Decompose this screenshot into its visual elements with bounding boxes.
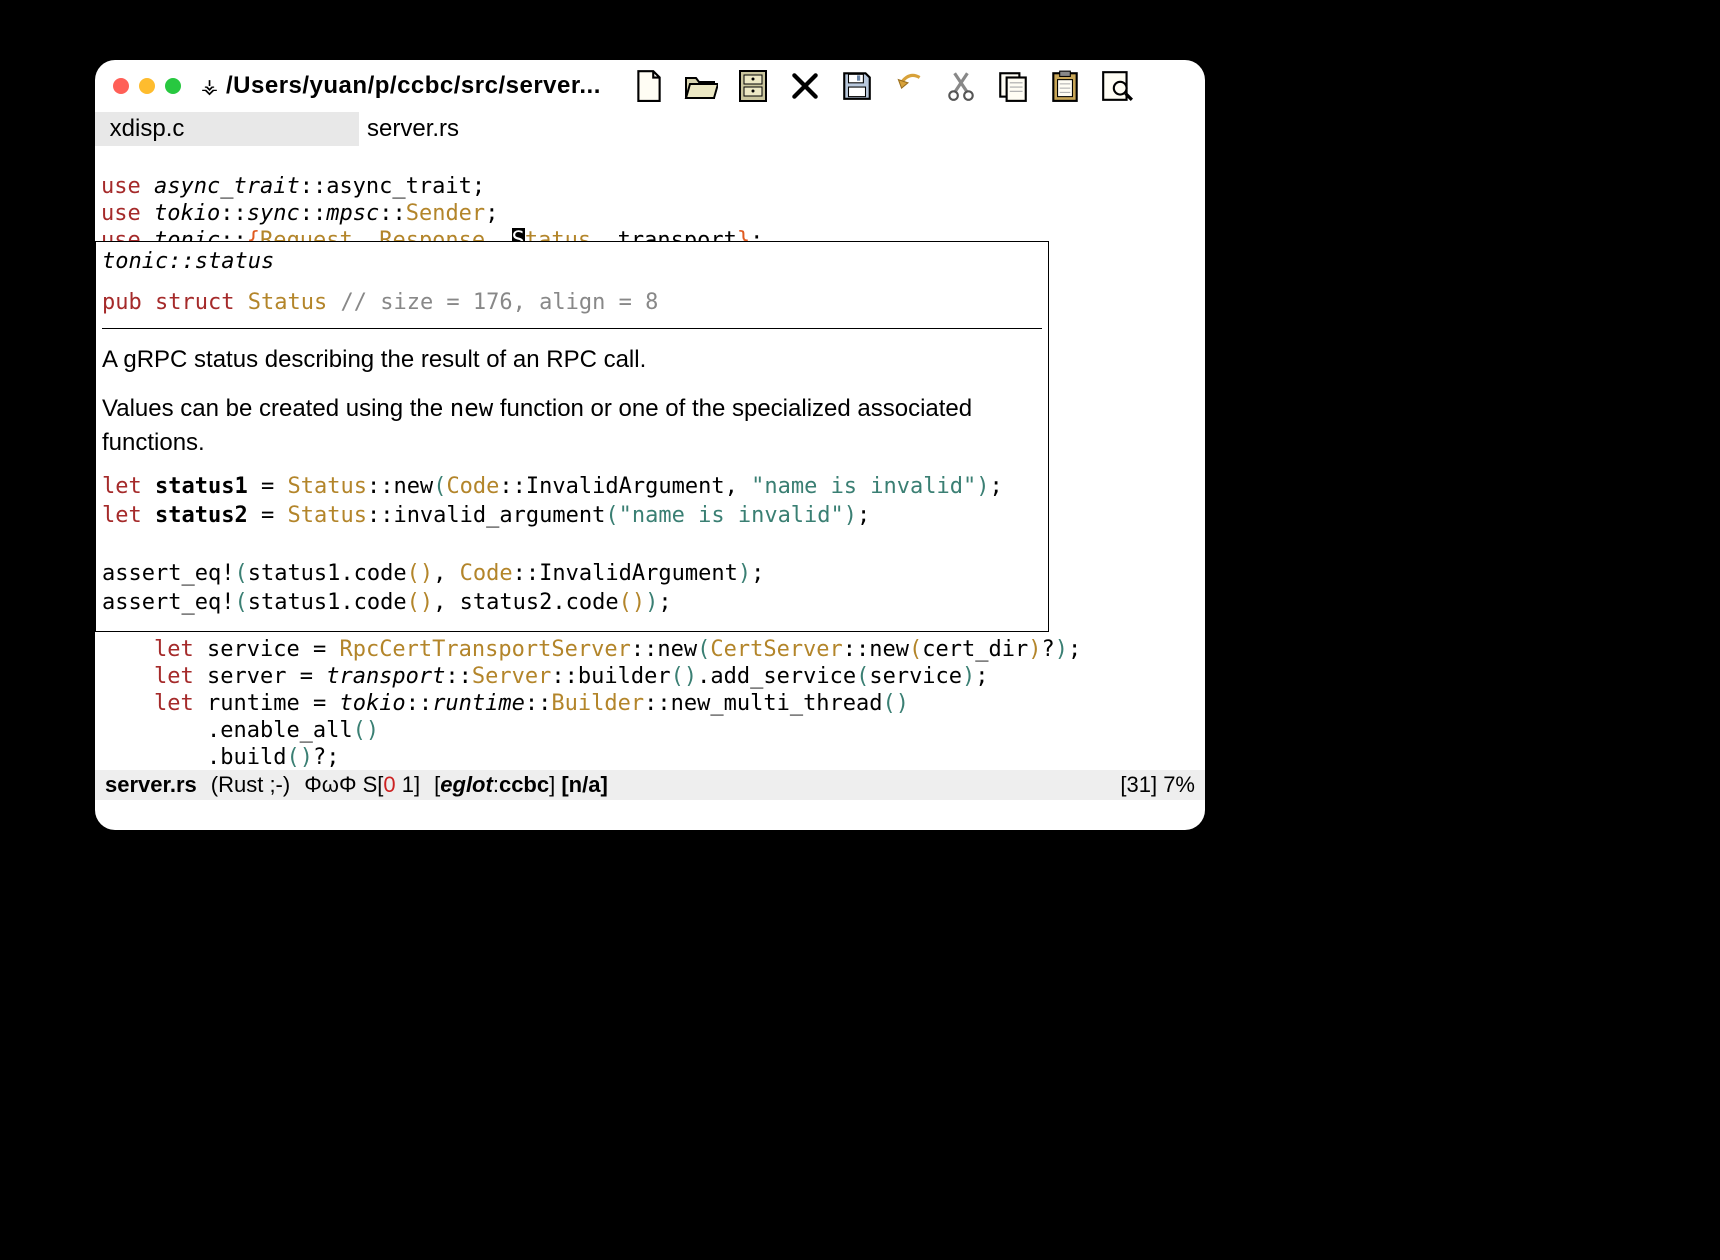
undo-button[interactable] xyxy=(889,66,929,106)
hover-doc-path: tonic::status xyxy=(102,248,1042,275)
hover-doc-prose: A gRPC status describing the result of a… xyxy=(102,343,1042,460)
minimize-window-button[interactable] xyxy=(139,78,155,94)
tab-label: server.rs xyxy=(367,115,459,143)
flymake-indicator[interactable]: ΦωΦ S[0 1] xyxy=(304,772,420,798)
mode-line[interactable]: server.rs (Rust ;-) ΦωΦ S[0 1] [eglot:cc… xyxy=(95,770,1205,800)
file-manager-button[interactable] xyxy=(733,66,773,106)
toolbar xyxy=(629,66,1137,106)
major-mode: (Rust ;-) xyxy=(211,772,290,798)
save-button[interactable] xyxy=(837,66,877,106)
cut-icon xyxy=(944,69,978,103)
close-buffer-button[interactable] xyxy=(785,66,825,106)
zoom-window-button[interactable] xyxy=(165,78,181,94)
hover-doc-example: let status1 = Status::new(Code::InvalidA… xyxy=(102,472,1042,617)
code-area[interactable]: use async_trait::async_trait; use tokio:… xyxy=(95,146,1205,254)
copy-button[interactable] xyxy=(993,66,1033,106)
tab-label: xdisp.c xyxy=(103,115,184,143)
undo-icon xyxy=(892,69,926,103)
eglot-indicator[interactable]: [eglot:ccbc] [n/a] xyxy=(434,772,608,798)
save-icon xyxy=(840,69,874,103)
paste-button[interactable] xyxy=(1045,66,1085,106)
buffer-name: server.rs xyxy=(105,772,197,798)
hover-doc-signature: pub struct Status // size = 176, align =… xyxy=(102,289,1042,316)
new-file-button[interactable] xyxy=(629,66,669,106)
traffic-lights xyxy=(113,78,181,94)
open-file-button[interactable] xyxy=(681,66,721,106)
cut-button[interactable] xyxy=(941,66,981,106)
hover-doc-popup: tonic::status pub struct Status // size … xyxy=(95,241,1049,632)
copy-icon xyxy=(996,69,1030,103)
code-area-continued[interactable]: let service = RpcCertTransportServer::ne… xyxy=(101,636,1081,771)
search-button[interactable] xyxy=(1097,66,1137,106)
open-folder-icon xyxy=(684,69,718,103)
separator xyxy=(102,328,1042,329)
close-window-button[interactable] xyxy=(113,78,129,94)
titlebar: ⚶ /Users/yuan/p/ccbc/src/server... xyxy=(95,60,1205,112)
paste-icon xyxy=(1048,69,1082,103)
close-buffer-icon xyxy=(788,69,822,103)
tabbar: xdisp.c server.rs xyxy=(95,112,1205,146)
file-manager-icon xyxy=(736,69,770,103)
search-icon xyxy=(1100,69,1134,103)
editor-window: ⚶ /Users/yuan/p/ccbc/src/server... xyxy=(95,60,1205,830)
tab-server-rs[interactable]: server.rs xyxy=(359,112,623,146)
version-control-icon: ⚶ xyxy=(201,74,218,99)
tab-xdisp-c[interactable]: xdisp.c xyxy=(95,112,359,146)
new-file-icon xyxy=(632,69,666,103)
window-title: /Users/yuan/p/ccbc/src/server... xyxy=(226,72,601,100)
position-indicator: [31] 7% xyxy=(1120,772,1195,798)
